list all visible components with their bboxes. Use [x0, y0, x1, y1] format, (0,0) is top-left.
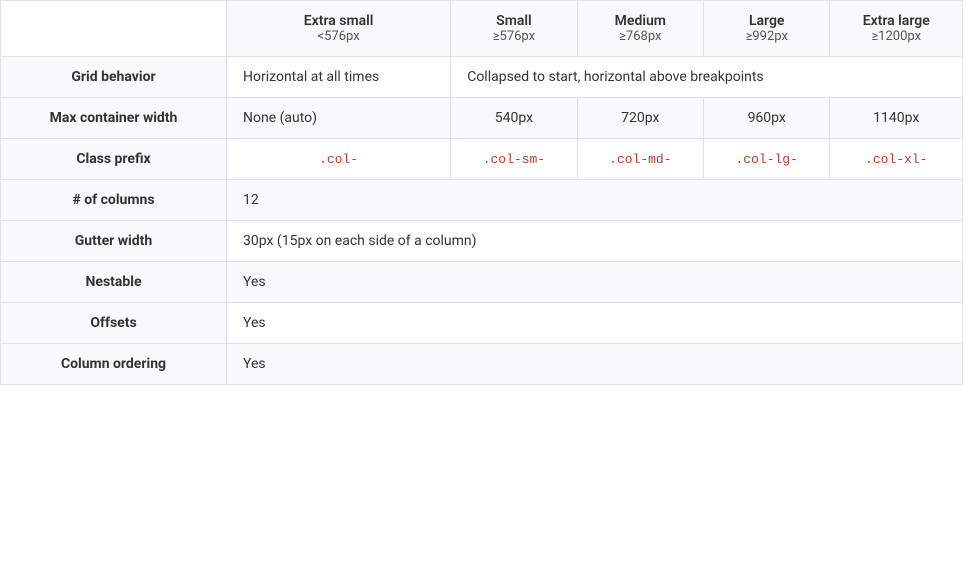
nestable-value: Yes — [227, 262, 963, 303]
header-extra-small: Extra small <576px — [227, 1, 451, 57]
row-label-nestable: Nestable — [1, 262, 227, 303]
table-row: # of columns 12 — [1, 180, 963, 221]
grid-behavior-xs: Horizontal at all times — [227, 57, 451, 98]
table-row: Offsets Yes — [1, 303, 963, 344]
num-columns-value: 12 — [227, 180, 963, 221]
max-width-xl: 1140px — [830, 98, 963, 139]
max-width-sm: 540px — [451, 98, 577, 139]
class-prefix-xl: .col-xl- — [830, 139, 963, 180]
table-row: Max container width None (auto) 540px 72… — [1, 98, 963, 139]
table-row: Class prefix .col- .col-sm- .col-md- .co… — [1, 139, 963, 180]
gutter-width-value: 30px (15px on each side of a column) — [227, 221, 963, 262]
table-row: Gutter width 30px (15px on each side of … — [1, 221, 963, 262]
max-width-md: 720px — [577, 98, 703, 139]
header-medium: Medium ≥768px — [577, 1, 703, 57]
bootstrap-grid-table: Extra small <576px Small ≥576px Medium ≥… — [0, 0, 963, 385]
header-small: Small ≥576px — [451, 1, 577, 57]
column-ordering-value: Yes — [227, 344, 963, 385]
header-empty — [1, 1, 227, 57]
row-label-class-prefix: Class prefix — [1, 139, 227, 180]
table-row: Grid behavior Horizontal at all times Co… — [1, 57, 963, 98]
max-width-xs: None (auto) — [227, 98, 451, 139]
max-width-lg: 960px — [704, 98, 830, 139]
offsets-value: Yes — [227, 303, 963, 344]
row-label-grid-behavior: Grid behavior — [1, 57, 227, 98]
row-label-gutter-width: Gutter width — [1, 221, 227, 262]
row-label-num-columns: # of columns — [1, 180, 227, 221]
class-prefix-xs: .col- — [227, 139, 451, 180]
header-extra-large: Extra large ≥1200px — [830, 1, 963, 57]
class-prefix-lg: .col-lg- — [704, 139, 830, 180]
table-row: Column ordering Yes — [1, 344, 963, 385]
class-prefix-sm: .col-sm- — [451, 139, 577, 180]
row-label-column-ordering: Column ordering — [1, 344, 227, 385]
row-label-offsets: Offsets — [1, 303, 227, 344]
class-prefix-md: .col-md- — [577, 139, 703, 180]
grid-behavior-sm-xl: Collapsed to start, horizontal above bre… — [451, 57, 963, 98]
header-large: Large ≥992px — [704, 1, 830, 57]
row-label-max-container-width: Max container width — [1, 98, 227, 139]
table-row: Nestable Yes — [1, 262, 963, 303]
